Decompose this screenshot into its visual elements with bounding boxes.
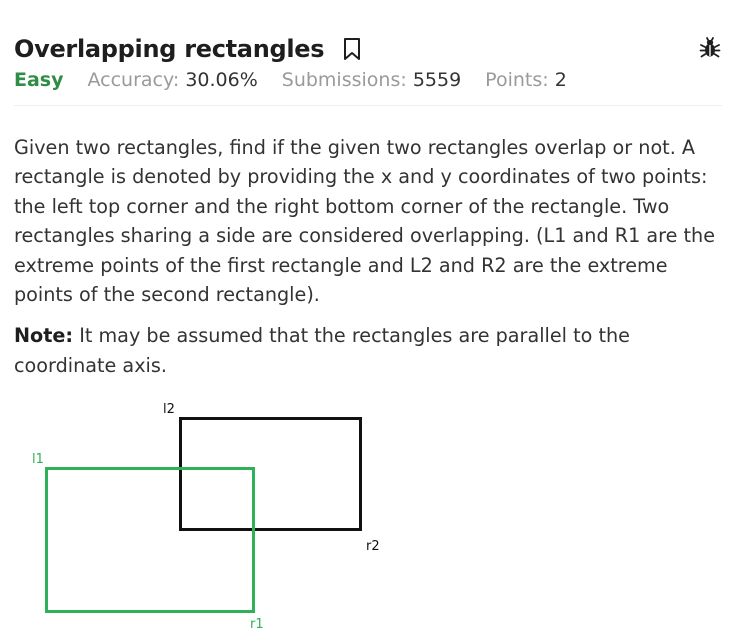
note-label: Note: bbox=[14, 324, 74, 348]
points-stat: Points: 2 bbox=[485, 69, 567, 91]
label-l1: l1 bbox=[32, 452, 44, 467]
description-paragraph: Given two rectangles, find if the given … bbox=[14, 136, 715, 307]
accuracy-label: Accuracy: bbox=[87, 69, 180, 91]
bookmark-icon[interactable] bbox=[342, 37, 362, 61]
label-r2: r2 bbox=[366, 539, 380, 554]
bug-icon[interactable] bbox=[698, 36, 722, 60]
rectangle-2 bbox=[179, 417, 362, 531]
submissions-label: Submissions: bbox=[281, 69, 407, 91]
problem-title: Overlapping rectangles bbox=[14, 35, 325, 63]
accuracy-value: 30.06% bbox=[185, 69, 258, 91]
points-label: Points: bbox=[485, 69, 549, 91]
rectangles-diagram: l2 r2 l1 r1 bbox=[32, 402, 380, 632]
title-row: Overlapping rectangles bbox=[14, 30, 722, 68]
rectangles-figure: l2 r2 l1 r1 bbox=[0, 390, 736, 633]
header-divider bbox=[14, 105, 722, 106]
note-text: It may be assumed that the rectangles ar… bbox=[14, 324, 630, 377]
label-r1: r1 bbox=[250, 617, 264, 632]
problem-meta: Easy Accuracy: 30.06% Submissions: 5559 … bbox=[14, 69, 722, 91]
problem-description: Given two rectangles, find if the given … bbox=[14, 133, 722, 380]
submissions-stat: Submissions: 5559 bbox=[282, 69, 461, 91]
points-value: 2 bbox=[554, 69, 567, 91]
rectangle-1 bbox=[45, 467, 255, 613]
submissions-value: 5559 bbox=[412, 69, 462, 91]
note-paragraph: Note: It may be assumed that the rectang… bbox=[14, 321, 722, 380]
difficulty-badge: Easy bbox=[14, 69, 64, 91]
problem-header: Overlapping rectangles Easy Accuracy: 30… bbox=[14, 30, 722, 91]
label-l2: l2 bbox=[163, 402, 175, 417]
accuracy-stat: Accuracy: 30.06% bbox=[88, 69, 258, 91]
